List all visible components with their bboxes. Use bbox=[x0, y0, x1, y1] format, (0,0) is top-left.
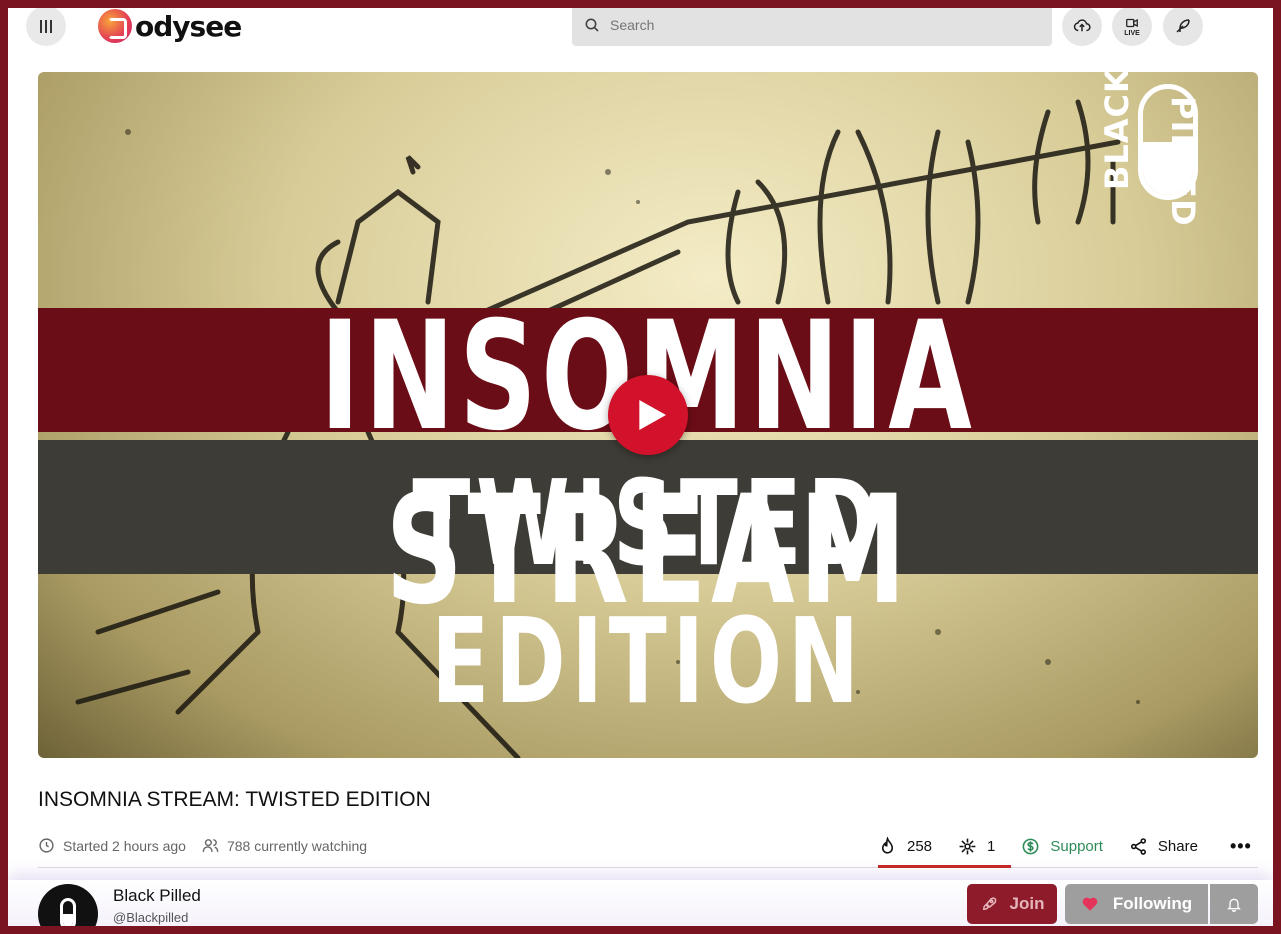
channel-bar: Black Pilled @Blackpilled Join Following bbox=[8, 880, 1273, 926]
top-header: odysee LIVE bbox=[8, 8, 1273, 68]
watermark-word-pilled: PILLED bbox=[1164, 96, 1202, 227]
stream-title: INSOMNIA STREAM: TWISTED EDITION bbox=[38, 788, 431, 811]
channel-handle[interactable]: @Blackpilled bbox=[113, 910, 188, 925]
slime-count: 1 bbox=[987, 837, 996, 855]
share-button[interactable]: Share bbox=[1129, 837, 1198, 856]
channel-name[interactable]: Black Pilled bbox=[113, 886, 201, 906]
menu-icon bbox=[40, 19, 52, 33]
channel-avatar[interactable] bbox=[38, 884, 98, 926]
fire-reaction-button[interactable]: 258 bbox=[878, 836, 933, 856]
search-bar[interactable] bbox=[572, 8, 1052, 46]
feather-icon bbox=[1176, 19, 1190, 33]
menu-button[interactable] bbox=[26, 8, 66, 46]
black-pilled-watermark: BLACK PILLED bbox=[1096, 72, 1236, 227]
bell-icon bbox=[1227, 898, 1241, 912]
live-label: LIVE bbox=[1124, 29, 1140, 37]
users-icon bbox=[202, 839, 219, 852]
search-icon bbox=[585, 18, 599, 32]
share-label: Share bbox=[1157, 837, 1198, 855]
odysee-logo[interactable]: odysee bbox=[98, 8, 242, 46]
support-label: Support bbox=[1050, 837, 1103, 855]
join-button[interactable]: Join bbox=[967, 884, 1057, 924]
upload-button[interactable] bbox=[1062, 8, 1102, 46]
viewers-info: 788 currently watching bbox=[202, 837, 367, 854]
heart-icon bbox=[1082, 897, 1098, 911]
publish-button[interactable] bbox=[1163, 8, 1203, 46]
share-icon bbox=[1130, 837, 1146, 855]
join-label: Join bbox=[1009, 894, 1045, 913]
started-info: Started 2 hours ago bbox=[38, 837, 186, 854]
watermark-word-black: BLACK bbox=[1098, 72, 1136, 190]
stream-meta: Started 2 hours ago 788 currently watchi… bbox=[38, 837, 383, 854]
odysee-logo-icon bbox=[98, 9, 132, 43]
action-bar: 258 1 Support Share ••• bbox=[878, 834, 1252, 858]
search-input[interactable] bbox=[610, 17, 1010, 33]
fire-icon bbox=[881, 836, 894, 854]
video-player[interactable]: INSOMNIA STREAM TWISTED EDITION BLACK PI… bbox=[38, 72, 1258, 758]
logo-text: odysee bbox=[135, 9, 242, 43]
notification-bell-button[interactable] bbox=[1210, 884, 1258, 924]
rocket-icon bbox=[982, 897, 996, 911]
more-options-button[interactable]: ••• bbox=[1230, 836, 1252, 857]
fire-count: 258 bbox=[907, 837, 933, 855]
avatar-pill-icon bbox=[60, 898, 76, 926]
slime-icon bbox=[959, 838, 976, 854]
play-button[interactable] bbox=[608, 375, 688, 455]
started-text: Started 2 hours ago bbox=[63, 837, 186, 854]
watching-text: 788 currently watching bbox=[226, 837, 368, 854]
page-frame: odysee LIVE bbox=[8, 8, 1273, 926]
divider bbox=[38, 867, 1258, 868]
video-camera-icon bbox=[1126, 18, 1138, 27]
following-label: Following bbox=[1112, 894, 1193, 913]
reaction-ratio-bar bbox=[878, 865, 1011, 868]
headline-line-2: TWISTED EDITION bbox=[412, 454, 884, 730]
go-live-button[interactable]: LIVE bbox=[1112, 8, 1152, 46]
dollar-circle-icon bbox=[1022, 838, 1039, 854]
cloud-upload-icon bbox=[1073, 19, 1091, 32]
clock-icon bbox=[39, 838, 54, 853]
slime-reaction-button[interactable]: 1 bbox=[958, 837, 995, 856]
play-icon bbox=[639, 400, 666, 430]
following-button[interactable]: Following bbox=[1065, 884, 1208, 924]
support-button[interactable]: Support bbox=[1021, 837, 1103, 856]
